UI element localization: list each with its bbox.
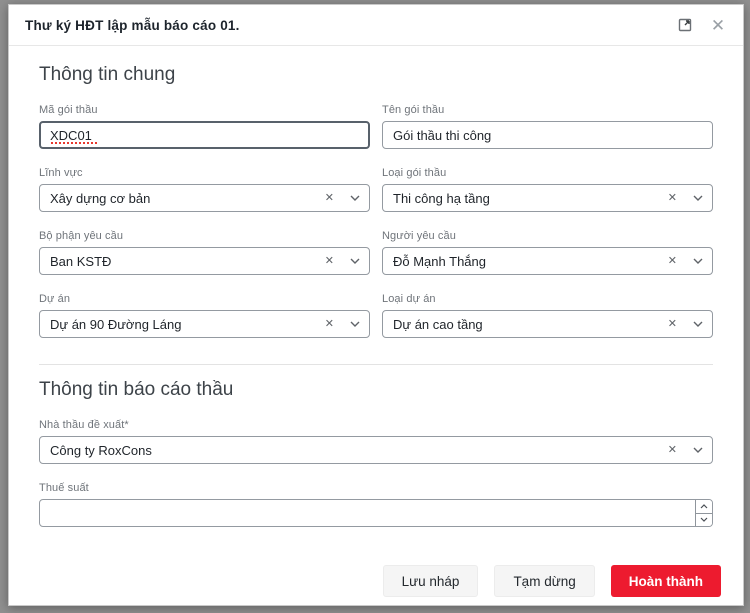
ten-goi-thau-label: Tên gói thầu (382, 104, 713, 116)
field-loai-du-an: Loại dự án Dự án cao tầng ✕ (382, 293, 713, 338)
bo-phan-yeu-cau-select[interactable]: Ban KSTĐ ✕ (39, 247, 370, 275)
dialog-title: Thư ký HĐT lập mẫu báo cáo 01. (25, 18, 240, 33)
field-bo-phan-yeu-cau: Bộ phận yêu cầu Ban KSTĐ ✕ (39, 230, 370, 275)
nguoi-yeu-cau-label: Người yêu cầu (382, 230, 713, 242)
complete-button[interactable]: Hoàn thành (611, 565, 721, 597)
loai-du-an-label: Loại dự án (382, 293, 713, 305)
clear-icon[interactable]: ✕ (668, 256, 677, 267)
chevron-down-icon[interactable] (350, 195, 360, 201)
number-spinner (695, 500, 712, 526)
linh-vuc-label: Lĩnh vực (39, 167, 370, 179)
ma-goi-thau-label: Mã gói thầu (39, 104, 370, 116)
linh-vuc-value: Xây dựng cơ bản (50, 191, 325, 206)
loai-goi-thau-select[interactable]: Thi công hạ tầng ✕ (382, 184, 713, 212)
bo-phan-yeu-cau-label: Bộ phận yêu cầu (39, 230, 370, 242)
field-du-an: Dự án Dự án 90 Đường Láng ✕ (39, 293, 370, 338)
chevron-down-icon[interactable] (350, 321, 360, 327)
field-ten-goi-thau: Tên gói thầu (382, 104, 713, 149)
nha-thau-de-xuat-value: Công ty RoxCons (50, 443, 668, 458)
field-thue-suat: Thuế suất (39, 482, 713, 527)
field-ma-goi-thau: Mã gói thầu (39, 104, 370, 149)
clear-icon[interactable]: ✕ (325, 256, 334, 267)
nha-thau-de-xuat-label: Nhà thầu đề xuất* (39, 419, 713, 431)
linh-vuc-select[interactable]: Xây dựng cơ bản ✕ (39, 184, 370, 212)
spinner-down-icon[interactable] (696, 513, 712, 527)
chevron-down-icon[interactable] (693, 447, 703, 453)
save-draft-button[interactable]: Lưu nháp (383, 565, 479, 597)
clear-icon[interactable]: ✕ (325, 193, 334, 204)
clear-icon[interactable]: ✕ (325, 319, 334, 330)
report-template-dialog: Thư ký HĐT lập mẫu báo cáo 01. ✕ Thông t… (8, 4, 744, 606)
du-an-select[interactable]: Dự án 90 Đường Láng ✕ (39, 310, 370, 338)
pause-button[interactable]: Tạm dừng (494, 565, 594, 597)
du-an-value: Dự án 90 Đường Láng (50, 317, 325, 332)
clear-icon[interactable]: ✕ (668, 193, 677, 204)
dialog-header-actions: ✕ (676, 16, 727, 34)
close-icon[interactable]: ✕ (709, 16, 727, 34)
du-an-label: Dự án (39, 293, 370, 305)
nguoi-yeu-cau-value: Đỗ Mạnh Thắng (393, 254, 668, 269)
chevron-down-icon[interactable] (693, 258, 703, 264)
expand-icon[interactable] (676, 16, 694, 34)
field-linh-vuc: Lĩnh vực Xây dựng cơ bản ✕ (39, 167, 370, 212)
dialog-footer: Lưu nháp Tạm dừng Hoàn thành (9, 565, 743, 597)
field-loai-goi-thau: Loại gói thầu Thi công hạ tầng ✕ (382, 167, 713, 212)
thue-suat-input[interactable] (39, 499, 713, 527)
field-nguoi-yeu-cau: Người yêu cầu Đỗ Mạnh Thắng ✕ (382, 230, 713, 275)
general-form-grid: Mã gói thầu Tên gói thầu Lĩnh vực Xây dự… (39, 86, 713, 338)
nha-thau-de-xuat-select[interactable]: Công ty RoxCons ✕ (39, 436, 713, 464)
section-heading-general: Thông tin chung (39, 64, 713, 86)
chevron-down-icon[interactable] (693, 195, 703, 201)
section-divider (39, 364, 713, 365)
dialog-body: Thông tin chung Mã gói thầu Tên gói thầu… (9, 46, 743, 527)
bo-phan-yeu-cau-value: Ban KSTĐ (50, 254, 325, 269)
dialog-header: Thư ký HĐT lập mẫu báo cáo 01. ✕ (9, 5, 743, 46)
loai-goi-thau-label: Loại gói thầu (382, 167, 713, 179)
nguoi-yeu-cau-select[interactable]: Đỗ Mạnh Thắng ✕ (382, 247, 713, 275)
loai-du-an-value: Dự án cao tầng (393, 317, 668, 332)
loai-goi-thau-value: Thi công hạ tầng (393, 191, 668, 206)
loai-du-an-select[interactable]: Dự án cao tầng ✕ (382, 310, 713, 338)
clear-icon[interactable]: ✕ (668, 445, 677, 456)
ten-goi-thau-input[interactable] (382, 121, 713, 149)
chevron-down-icon[interactable] (693, 321, 703, 327)
thue-suat-number-wrap (39, 499, 713, 527)
field-nha-thau-de-xuat: Nhà thầu đề xuất* Công ty RoxCons ✕ (39, 419, 713, 464)
section-heading-report: Thông tin báo cáo thầu (39, 379, 713, 401)
chevron-down-icon[interactable] (350, 258, 360, 264)
clear-icon[interactable]: ✕ (668, 319, 677, 330)
spinner-up-icon[interactable] (696, 500, 712, 513)
thue-suat-label: Thuế suất (39, 482, 713, 494)
ma-goi-thau-input[interactable] (39, 121, 370, 149)
